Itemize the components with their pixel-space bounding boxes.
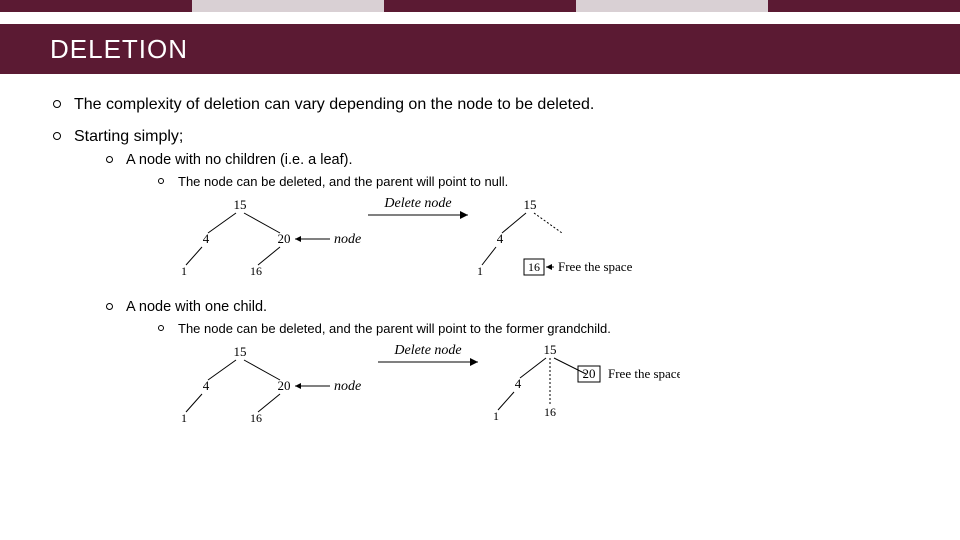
tree-node-root: 15 [544,344,557,357]
bullet-text: A node with no children (i.e. a leaf). [126,152,353,168]
tree-node: 16 [528,260,540,274]
tree-node: 1 [477,264,483,277]
accent-seg [768,0,960,12]
slide-title: DELETION [50,34,188,65]
bullet-l3: The node can be deleted, and the parent … [154,321,910,336]
tree-node: 16 [250,411,262,424]
tree-node-root: 15 [234,344,247,359]
label-node: node [334,379,361,394]
label-free-space: Free the space [558,259,633,274]
label-free-space: Free the space [608,366,680,381]
label-delete-node: Delete node [393,344,461,358]
tree-node: 16 [250,264,262,277]
diagram-one-child-delete: 15 4 20 1 16 [180,344,910,424]
bullet-l2: A node with no children (i.e. a leaf). T… [102,152,910,291]
bullet-l3: The node can be deleted, and the parent … [154,174,910,189]
tree-node: 20 [583,366,596,381]
tree-node-root: 15 [524,197,537,212]
slide-title-bar: DELETION [0,24,960,74]
accent-seg [0,0,192,12]
tree-node: 16 [544,405,556,419]
tree-node: 1 [493,409,499,423]
accent-bar [0,0,960,12]
accent-seg [192,0,384,12]
bullet-l1: The complexity of deletion can vary depe… [50,96,910,114]
accent-seg [384,0,576,12]
label-node: node [334,232,361,247]
bullet-text: A node with one child. [126,299,267,315]
tree-node: 4 [497,231,504,246]
label-delete-node: Delete node [383,197,451,211]
bullet-text: Starting simply; [74,128,183,145]
tree-node: 4 [203,231,210,246]
tree-node: 20 [278,378,291,393]
tree-node: 1 [181,264,187,277]
bullet-text: The node can be deleted, and the parent … [168,321,910,336]
tree-node: 4 [515,376,522,391]
tree-node-root: 15 [234,197,247,212]
slide-content: The complexity of deletion can vary depe… [0,74,960,446]
bullet-l1: Starting simply; A node with no children… [50,128,910,446]
bullet-l2: A node with one child. The node can be d… [102,299,910,438]
tree-node: 1 [181,411,187,424]
tree-node: 20 [278,231,291,246]
diagram-leaf-delete: 15 4 20 1 16 [180,197,910,277]
bullet-text: The node can be deleted, and the parent … [168,174,910,189]
tree-node: 4 [203,378,210,393]
accent-seg [576,0,768,12]
bullet-text: The complexity of deletion can vary depe… [64,96,910,114]
